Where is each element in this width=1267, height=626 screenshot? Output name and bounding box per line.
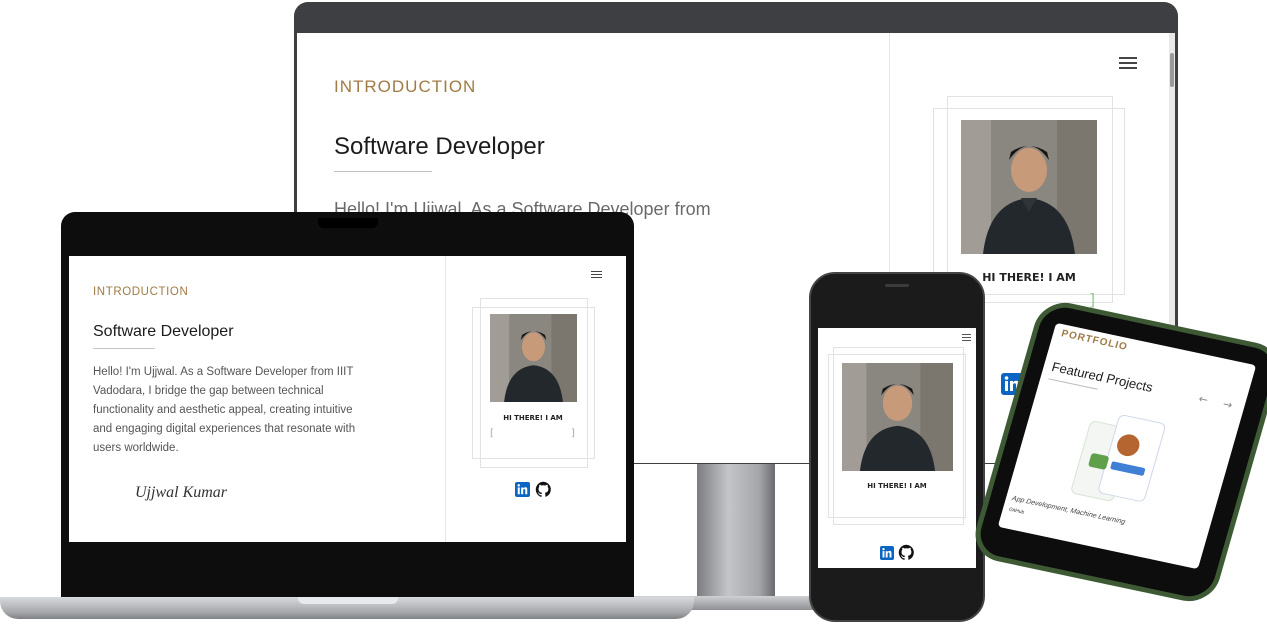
laptop-opening-notch (298, 597, 398, 604)
phone-screen: HI THERE! I AM (818, 328, 976, 568)
monitor-stand-neck (697, 463, 775, 603)
title-underline (334, 171, 432, 172)
github-link[interactable]: GitHub (1008, 507, 1025, 516)
role-title: Software Developer (93, 323, 234, 340)
github-icon[interactable] (535, 481, 552, 498)
title-underline (93, 348, 155, 349)
github-icon[interactable] (898, 544, 915, 561)
laptop-screen: INTRODUCTION Software Developer Hello! I… (69, 256, 626, 542)
menu-icon[interactable] (591, 271, 602, 280)
section-label: INTRODUCTION (93, 286, 189, 298)
profile-photo (961, 120, 1097, 254)
laptop-notch (318, 218, 378, 228)
profile-photo (490, 314, 577, 402)
carousel-arrows[interactable]: ← → (1197, 392, 1240, 413)
profile-photo (842, 363, 953, 471)
phone-speaker (885, 284, 909, 287)
column-divider (445, 256, 446, 542)
section-label: INTRODUCTION (334, 77, 477, 96)
role-title: Software Developer (334, 133, 545, 160)
bracket-right: ] (571, 428, 575, 439)
signature: Ujjwal Kumar (135, 484, 228, 501)
bio-text: Hello! I'm Ujjwal. As a Software Develop… (93, 366, 356, 454)
menu-icon[interactable] (1119, 57, 1137, 72)
featured-projects-heading: Featured Projects (1049, 359, 1155, 395)
bracket-decoration: ] (1089, 290, 1096, 309)
bracket-left: [ (490, 428, 494, 439)
linkedin-icon[interactable] (515, 482, 530, 497)
greeting-text: HI THERE! I AM (867, 482, 927, 490)
menu-icon[interactable] (962, 334, 971, 343)
scrollbar-thumb[interactable] (1170, 53, 1174, 87)
greeting-text: HI THERE! I AM (503, 414, 563, 422)
linkedin-icon[interactable] (880, 546, 894, 560)
